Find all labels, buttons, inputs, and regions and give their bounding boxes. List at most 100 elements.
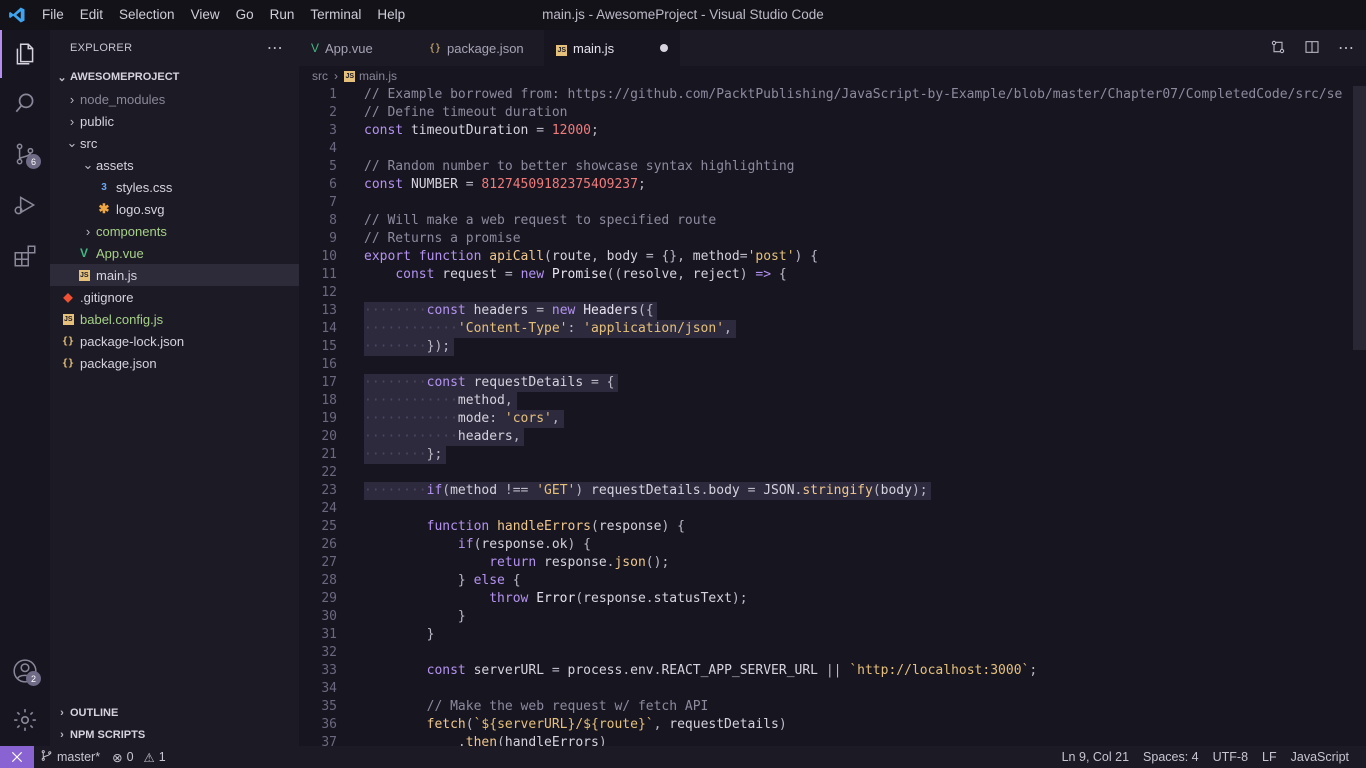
code-line[interactable]: 15 ········}); bbox=[299, 338, 1366, 356]
settings-gear-icon[interactable] bbox=[0, 696, 50, 744]
code-line[interactable]: 27 return response.json(); bbox=[299, 554, 1366, 572]
code-line[interactable]: 29 throw Error(response.statusText); bbox=[299, 590, 1366, 608]
project-section[interactable]: ⌄ AWESOMEPROJECT bbox=[50, 66, 299, 88]
code-text: } bbox=[457, 609, 466, 624]
js-file-icon: JS bbox=[556, 45, 567, 56]
code-text: ············mode: 'cors', bbox=[364, 411, 560, 426]
code-editor[interactable]: 1 // Example borrowed from: https://githu… bbox=[299, 86, 1366, 746]
tree-item-main-js[interactable]: JS main.js bbox=[50, 264, 299, 286]
code-line[interactable]: 16 bbox=[299, 356, 1366, 374]
extensions-icon[interactable] bbox=[0, 232, 50, 280]
tree-item-package-json[interactable]: {} package.json bbox=[50, 352, 299, 374]
code-line[interactable]: 8 // Will make a web request to specified… bbox=[299, 212, 1366, 230]
error-count: 0 bbox=[126, 750, 134, 764]
menu-file[interactable]: File bbox=[34, 0, 72, 30]
code-line[interactable]: 20 ············headers, bbox=[299, 428, 1366, 446]
code-line[interactable]: 23 ········if(method !== 'GET') requestDe… bbox=[299, 482, 1366, 500]
code-line[interactable]: 2 // Define timeout duration bbox=[299, 104, 1366, 122]
code-line[interactable]: 7 bbox=[299, 194, 1366, 212]
git-file-icon: ◆ bbox=[63, 290, 73, 304]
code-line[interactable]: 37 .then(handleErrors) bbox=[299, 734, 1366, 746]
code-line[interactable]: 10 export function apiCall(route, body = … bbox=[299, 248, 1366, 266]
code-line[interactable]: 11 const request = new Promise((resolve,… bbox=[299, 266, 1366, 284]
split-editor-icon[interactable] bbox=[1304, 39, 1320, 58]
tree-item-public[interactable]: › public bbox=[50, 110, 299, 132]
tree-item-src[interactable]: ⌄ src bbox=[50, 132, 299, 154]
more-actions-icon[interactable]: ⋯ bbox=[1338, 38, 1354, 58]
code-line[interactable]: 33 const serverURL = process.env.REACT_A… bbox=[299, 662, 1366, 680]
menu-terminal[interactable]: Terminal bbox=[302, 0, 369, 30]
line-number: 22 bbox=[321, 465, 337, 480]
code-line[interactable]: 5 // Random number to better showcase syn… bbox=[299, 158, 1366, 176]
language-mode[interactable]: JavaScript bbox=[1284, 750, 1356, 764]
code-line[interactable]: 24 bbox=[299, 500, 1366, 518]
encoding[interactable]: UTF-8 bbox=[1206, 750, 1255, 764]
breadcrumb-item[interactable]: src bbox=[312, 69, 328, 83]
outline-section[interactable]: › OUTLINE bbox=[50, 702, 299, 724]
git-branch[interactable]: master* bbox=[34, 749, 106, 765]
code-line[interactable]: 21 ········}; bbox=[299, 446, 1366, 464]
code-line[interactable]: 18 ············method, bbox=[299, 392, 1366, 410]
npm-scripts-section[interactable]: › NPM SCRIPTS bbox=[50, 724, 299, 746]
tree-item-gitignore[interactable]: ◆ .gitignore bbox=[50, 286, 299, 308]
tab-label: package.json bbox=[447, 40, 524, 56]
code-line[interactable]: 31 } bbox=[299, 626, 1366, 644]
remote-indicator-icon[interactable] bbox=[0, 746, 34, 768]
tree-item-styles-css[interactable]: 3 styles.css bbox=[50, 176, 299, 198]
code-line[interactable]: 32 bbox=[299, 644, 1366, 662]
code-line[interactable]: 14 ············'Content-Type': 'applicati… bbox=[299, 320, 1366, 338]
branch-icon bbox=[40, 749, 53, 765]
tree-item-babel-config[interactable]: JS babel.config.js bbox=[50, 308, 299, 330]
run-debug-icon[interactable] bbox=[0, 181, 50, 229]
code-line[interactable]: 28 } else { bbox=[299, 572, 1366, 590]
code-text: ············headers, bbox=[364, 429, 521, 444]
code-line[interactable]: 25 function handleErrors(response) { bbox=[299, 518, 1366, 536]
tab-app-vue[interactable]: V App.vue bbox=[299, 30, 417, 66]
unsaved-dot-icon[interactable] bbox=[660, 44, 669, 52]
code-line[interactable]: 12 bbox=[299, 284, 1366, 302]
code-line[interactable]: 22 bbox=[299, 464, 1366, 482]
breadcrumb-item[interactable]: main.js bbox=[359, 69, 397, 83]
code-line[interactable]: 35 // Make the web request w/ fetch API bbox=[299, 698, 1366, 716]
tree-item-app-vue[interactable]: V App.vue bbox=[50, 242, 299, 264]
tree-item-package-lock[interactable]: {} package-lock.json bbox=[50, 330, 299, 352]
end-of-line[interactable]: LF bbox=[1255, 750, 1284, 764]
code-text: const request = new Promise((resolve, re… bbox=[395, 267, 787, 282]
explorer-title: EXPLORER bbox=[70, 42, 133, 54]
code-line[interactable]: 17 ········const requestDetails = { bbox=[299, 374, 1366, 392]
code-line[interactable]: 9 // Returns a promise bbox=[299, 230, 1366, 248]
source-control-icon[interactable]: 6 bbox=[0, 130, 50, 178]
menu-view[interactable]: View bbox=[183, 0, 228, 30]
code-line[interactable]: 30 } bbox=[299, 608, 1366, 626]
tab-package-json[interactable]: {} package.json bbox=[417, 30, 544, 66]
code-text: // Example borrowed from: https://github… bbox=[364, 87, 1343, 102]
problems-indicator[interactable]: ⊗ 0 ⚠ 1 bbox=[106, 750, 172, 765]
code-text: // Random number to better showcase synt… bbox=[364, 159, 795, 174]
code-line[interactable]: 3 const timeoutDuration = 12000; bbox=[299, 122, 1366, 140]
menu-edit[interactable]: Edit bbox=[72, 0, 111, 30]
tab-main-js[interactable]: JS main.js bbox=[544, 30, 681, 66]
menu-go[interactable]: Go bbox=[228, 0, 262, 30]
indentation[interactable]: Spaces: 4 bbox=[1136, 750, 1206, 764]
accounts-icon[interactable]: 2 bbox=[0, 647, 50, 695]
code-line[interactable]: 36 fetch(`${serverURL}/${route}`, reques… bbox=[299, 716, 1366, 734]
cursor-position[interactable]: Ln 9, Col 21 bbox=[1055, 750, 1136, 764]
code-line[interactable]: 4 bbox=[299, 140, 1366, 158]
tree-item-assets[interactable]: ⌄ assets bbox=[50, 154, 299, 176]
code-line[interactable]: 26 if(response.ok) { bbox=[299, 536, 1366, 554]
more-actions-icon[interactable]: ⋯ bbox=[267, 38, 283, 58]
code-line[interactable]: 13 ········const headers = new Headers({ bbox=[299, 302, 1366, 320]
search-icon[interactable] bbox=[0, 79, 50, 127]
tree-item-node-modules[interactable]: › node_modules bbox=[50, 88, 299, 110]
menu-run[interactable]: Run bbox=[262, 0, 303, 30]
menu-selection[interactable]: Selection bbox=[111, 0, 183, 30]
menu-help[interactable]: Help bbox=[369, 0, 413, 30]
tree-item-logo-svg[interactable]: ✱ logo.svg bbox=[50, 198, 299, 220]
code-line[interactable]: 6 const NUMBER = 812745091823754O9237; bbox=[299, 176, 1366, 194]
tree-item-components[interactable]: › components bbox=[50, 220, 299, 242]
code-line[interactable]: 34 bbox=[299, 680, 1366, 698]
open-changes-icon[interactable] bbox=[1270, 39, 1286, 58]
explorer-icon[interactable] bbox=[0, 30, 50, 78]
code-line[interactable]: 1 // Example borrowed from: https://githu… bbox=[299, 86, 1366, 104]
code-line[interactable]: 19 ············mode: 'cors', bbox=[299, 410, 1366, 428]
